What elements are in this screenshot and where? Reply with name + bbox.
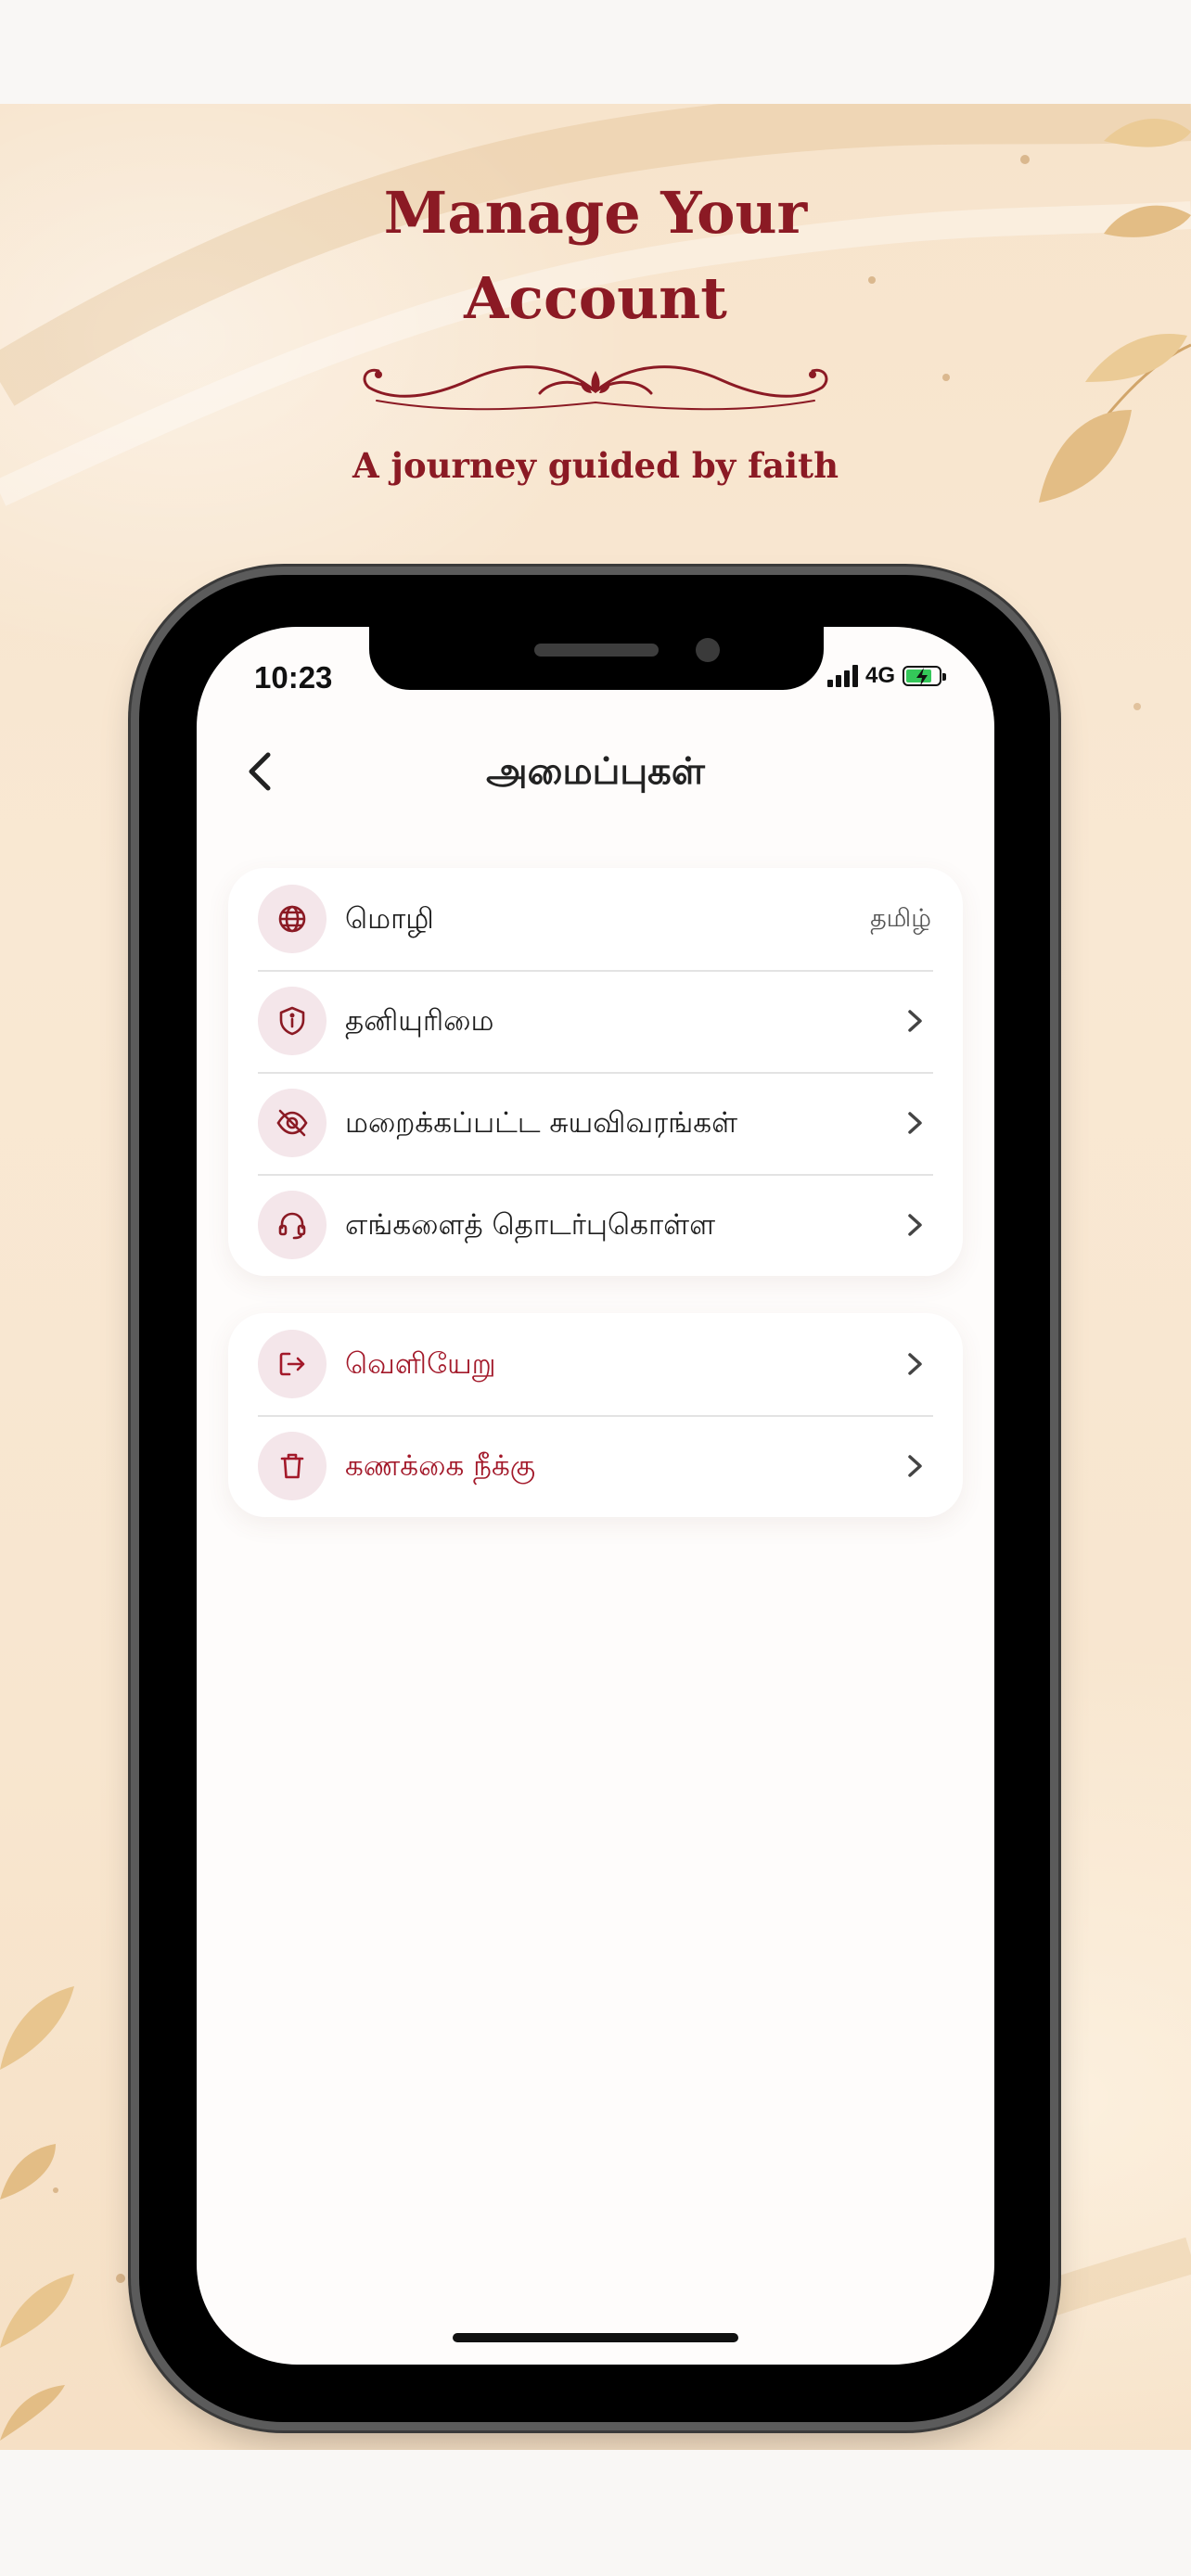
page-title: அமைப்புகள் xyxy=(486,750,705,793)
home-indicator[interactable] xyxy=(453,2333,738,2342)
trash-icon xyxy=(258,1432,327,1500)
promo-tagline: A journey guided by faith xyxy=(352,445,839,486)
phone-mockup: 10:23 4G அமைப்புகள் மொழி தமிழ் தனியுரிமை… xyxy=(139,575,1050,2422)
shield-info-icon xyxy=(258,987,327,1055)
promo-title-line-1: Manage Your xyxy=(383,179,808,247)
account-card: வெளியேறு கணக்கை நீக்கு xyxy=(228,1313,963,1517)
privacy-label: தனியுரிமை xyxy=(345,1004,494,1038)
language-value: தமிழ் xyxy=(870,904,931,933)
signal-bars-icon xyxy=(827,665,858,687)
battery-charging-icon xyxy=(903,666,947,686)
logout-icon xyxy=(258,1330,327,1398)
network-type: 4G xyxy=(865,663,896,688)
chevron-right-icon xyxy=(908,1455,922,1477)
navigation-bar: அமைப்புகள் xyxy=(197,725,994,818)
settings-card: மொழி தமிழ் தனியுரிமை மறைக்கப்பட்ட சுயவிவ… xyxy=(228,868,963,1276)
settings-item-language[interactable]: மொழி தமிழ் xyxy=(228,868,963,970)
hidden-profiles-label: மறைக்கப்பட்ட சுயவிவரங்கள் xyxy=(345,1106,738,1140)
promo-title: Manage Your Account xyxy=(0,171,1191,341)
eye-off-icon xyxy=(258,1089,327,1157)
globe-icon xyxy=(258,885,327,953)
flourish-ornament xyxy=(363,365,828,411)
settings-item-contact-us[interactable]: எங்களைத் தொடர்புகொள்ள xyxy=(228,1174,963,1276)
delete-account-label: கணக்கை நீக்கு xyxy=(345,1449,536,1483)
settings-item-hidden-profiles[interactable]: மறைக்கப்பட்ட சுயவிவரங்கள் xyxy=(228,1072,963,1174)
settings-item-privacy[interactable]: தனியுரிமை xyxy=(228,970,963,1072)
phone-notch xyxy=(369,627,824,690)
promo-background: Manage Your Account A journey guided by … xyxy=(0,104,1191,2450)
chevron-right-icon xyxy=(908,1214,922,1236)
logout-button[interactable]: வெளியேறு xyxy=(228,1313,963,1415)
front-camera xyxy=(696,638,720,662)
status-time: 10:23 xyxy=(254,660,333,695)
promo-title-line-2: Account xyxy=(464,264,727,332)
language-label: மொழி xyxy=(345,902,434,936)
chevron-right-icon xyxy=(908,1353,922,1375)
phone-power-button xyxy=(1049,996,1060,1211)
leaf-decoration-bottom-left xyxy=(0,1986,74,2441)
chevron-right-icon xyxy=(908,1112,922,1134)
delete-account-button[interactable]: கணக்கை நீக்கு xyxy=(228,1415,963,1517)
contact-us-label: எங்களைத் தொடர்புகொள்ள xyxy=(345,1208,716,1242)
notch-speaker xyxy=(534,644,659,657)
logout-label: வெளியேறு xyxy=(345,1347,496,1381)
headset-icon xyxy=(258,1191,327,1259)
app-screen: 10:23 4G அமைப்புகள் மொழி தமிழ் தனியுரிமை… xyxy=(197,627,994,2365)
chevron-right-icon xyxy=(908,1010,922,1032)
status-indicators: 4G xyxy=(827,662,947,690)
